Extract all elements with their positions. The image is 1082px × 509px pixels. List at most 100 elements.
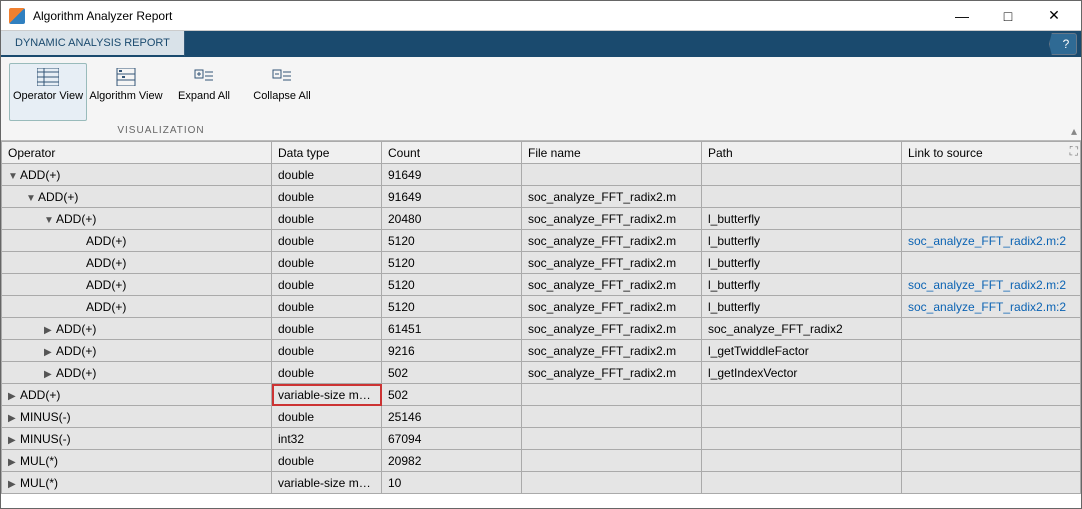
cell-operator[interactable]: ADD(+) bbox=[2, 230, 272, 252]
cell-operator[interactable]: ▼ADD(+) bbox=[2, 208, 272, 230]
source-link[interactable]: soc_analyze_FFT_radix2.m:2 bbox=[908, 278, 1066, 292]
cell-operator[interactable]: ▶MINUS(-) bbox=[2, 406, 272, 428]
cell-filename bbox=[522, 406, 702, 428]
cell-path: l_getTwiddleFactor bbox=[702, 340, 902, 362]
expand-all-button[interactable]: Expand All bbox=[165, 63, 243, 121]
cell-operator[interactable]: ▶ADD(+) bbox=[2, 362, 272, 384]
cell-filename bbox=[522, 164, 702, 186]
tree-closed-icon[interactable]: ▶ bbox=[44, 347, 54, 358]
cell-count: 9216 bbox=[382, 340, 522, 362]
col-count[interactable]: Count bbox=[382, 142, 522, 164]
cell-operator[interactable]: ▶ADD(+) bbox=[2, 318, 272, 340]
app-icon bbox=[9, 8, 25, 24]
col-filename[interactable]: File name bbox=[522, 142, 702, 164]
table-row[interactable]: ▶ADD(+)double61451soc_analyze_FFT_radix2… bbox=[2, 318, 1081, 340]
cell-operator[interactable]: ▼ADD(+) bbox=[2, 186, 272, 208]
cell-link[interactable]: soc_analyze_FFT_radix2.m:2 bbox=[902, 296, 1081, 318]
cell-filename: soc_analyze_FFT_radix2.m bbox=[522, 230, 702, 252]
tree-open-icon[interactable]: ▼ bbox=[8, 171, 18, 182]
cell-filename: soc_analyze_FFT_radix2.m bbox=[522, 340, 702, 362]
operator-text: ADD(+) bbox=[86, 278, 126, 292]
table-row[interactable]: ADD(+)double5120soc_analyze_FFT_radix2.m… bbox=[2, 296, 1081, 318]
tree-closed-icon[interactable]: ▶ bbox=[44, 369, 54, 380]
cell-datatype: int32 bbox=[272, 428, 382, 450]
cell-operator[interactable]: ▼ADD(+) bbox=[2, 164, 272, 186]
col-operator[interactable]: Operator bbox=[2, 142, 272, 164]
tree-closed-icon[interactable]: ▶ bbox=[8, 391, 18, 402]
operator-text: MUL(*) bbox=[20, 476, 58, 490]
maximize-button[interactable]: □ bbox=[985, 1, 1031, 31]
cell-operator[interactable]: ADD(+) bbox=[2, 274, 272, 296]
table-row[interactable]: ▶ADD(+)variable-size ma…502 bbox=[2, 384, 1081, 406]
cell-filename: soc_analyze_FFT_radix2.m bbox=[522, 318, 702, 340]
operator-view-button[interactable]: Operator View bbox=[9, 63, 87, 121]
window-title: Algorithm Analyzer Report bbox=[33, 9, 939, 23]
ribbon-collapse-icon[interactable]: ▴ bbox=[1071, 124, 1077, 138]
tree-closed-icon[interactable]: ▶ bbox=[44, 325, 54, 336]
cell-link[interactable]: soc_analyze_FFT_radix2.m:2 bbox=[902, 274, 1081, 296]
col-path[interactable]: Path bbox=[702, 142, 902, 164]
help-button[interactable]: ? bbox=[1049, 33, 1077, 55]
col-datatype[interactable]: Data type bbox=[272, 142, 382, 164]
cell-filename: soc_analyze_FFT_radix2.m bbox=[522, 252, 702, 274]
cell-path: l_butterfly bbox=[702, 208, 902, 230]
cell-count: 5120 bbox=[382, 230, 522, 252]
cell-operator[interactable]: ▶MUL(*) bbox=[2, 450, 272, 472]
cell-link[interactable]: soc_analyze_FFT_radix2.m:2 bbox=[902, 230, 1081, 252]
cell-filename bbox=[522, 428, 702, 450]
cell-operator[interactable]: ADD(+) bbox=[2, 252, 272, 274]
cell-path bbox=[702, 164, 902, 186]
table-row[interactable]: ▶ADD(+)double502soc_analyze_FFT_radix2.m… bbox=[2, 362, 1081, 384]
table-row[interactable]: ▶MINUS(-)double25146 bbox=[2, 406, 1081, 428]
cell-link bbox=[902, 208, 1081, 230]
table-row[interactable]: ADD(+)double5120soc_analyze_FFT_radix2.m… bbox=[2, 274, 1081, 296]
tree-closed-icon[interactable]: ▶ bbox=[8, 457, 18, 468]
cell-datatype: double bbox=[272, 252, 382, 274]
cell-link bbox=[902, 384, 1081, 406]
source-link[interactable]: soc_analyze_FFT_radix2.m:2 bbox=[908, 234, 1066, 248]
toolstrip: Operator View Algorithm View Expand All … bbox=[1, 57, 1081, 141]
table-row[interactable]: ▶MINUS(-)int3267094 bbox=[2, 428, 1081, 450]
cell-path: l_butterfly bbox=[702, 230, 902, 252]
cell-path bbox=[702, 384, 902, 406]
algorithm-view-button[interactable]: Algorithm View bbox=[87, 63, 165, 121]
table-row[interactable]: ▼ADD(+)double91649 bbox=[2, 164, 1081, 186]
source-link[interactable]: soc_analyze_FFT_radix2.m:2 bbox=[908, 300, 1066, 314]
tree-closed-icon[interactable]: ▶ bbox=[8, 413, 18, 424]
cell-link bbox=[902, 340, 1081, 362]
tree-open-icon[interactable]: ▼ bbox=[26, 193, 36, 204]
table-row[interactable]: ▼ADD(+)double20480soc_analyze_FFT_radix2… bbox=[2, 208, 1081, 230]
table-row[interactable]: ▶MUL(*)variable-size ma…10 bbox=[2, 472, 1081, 494]
table-row[interactable]: ▶MUL(*)double20982 bbox=[2, 450, 1081, 472]
fullscreen-icon[interactable]: ⛶ bbox=[1070, 144, 1078, 159]
col-link[interactable]: Link to source⛶ bbox=[902, 142, 1081, 164]
cell-count: 67094 bbox=[382, 428, 522, 450]
close-button[interactable]: ✕ bbox=[1031, 1, 1077, 31]
cell-count: 10 bbox=[382, 472, 522, 494]
cell-count: 20982 bbox=[382, 450, 522, 472]
cell-operator[interactable]: ▶ADD(+) bbox=[2, 340, 272, 362]
cell-operator[interactable]: ▶ADD(+) bbox=[2, 384, 272, 406]
collapse-all-button[interactable]: Collapse All bbox=[243, 63, 321, 121]
cell-filename: soc_analyze_FFT_radix2.m bbox=[522, 296, 702, 318]
cell-path: l_butterfly bbox=[702, 252, 902, 274]
header-row: Operator Data type Count File name Path … bbox=[2, 142, 1081, 164]
minimize-button[interactable]: — bbox=[939, 1, 985, 31]
tree-closed-icon[interactable]: ▶ bbox=[8, 479, 18, 490]
table-row[interactable]: ADD(+)double5120soc_analyze_FFT_radix2.m… bbox=[2, 252, 1081, 274]
cell-link bbox=[902, 450, 1081, 472]
tree-closed-icon[interactable]: ▶ bbox=[8, 435, 18, 446]
table-row[interactable]: ▶ADD(+)double9216soc_analyze_FFT_radix2.… bbox=[2, 340, 1081, 362]
operator-text: ADD(+) bbox=[56, 322, 96, 336]
cell-operator[interactable]: ▶MINUS(-) bbox=[2, 428, 272, 450]
cell-filename: soc_analyze_FFT_radix2.m bbox=[522, 362, 702, 384]
table-row[interactable]: ▼ADD(+)double91649soc_analyze_FFT_radix2… bbox=[2, 186, 1081, 208]
cell-filename: soc_analyze_FFT_radix2.m bbox=[522, 186, 702, 208]
tree-open-icon[interactable]: ▼ bbox=[44, 215, 54, 226]
tab-dynamic-analysis-report[interactable]: DYNAMIC ANALYSIS REPORT bbox=[1, 31, 185, 57]
cell-operator[interactable]: ▶MUL(*) bbox=[2, 472, 272, 494]
cell-link bbox=[902, 362, 1081, 384]
table-row[interactable]: ADD(+)double5120soc_analyze_FFT_radix2.m… bbox=[2, 230, 1081, 252]
cell-datatype: double bbox=[272, 164, 382, 186]
cell-operator[interactable]: ADD(+) bbox=[2, 296, 272, 318]
